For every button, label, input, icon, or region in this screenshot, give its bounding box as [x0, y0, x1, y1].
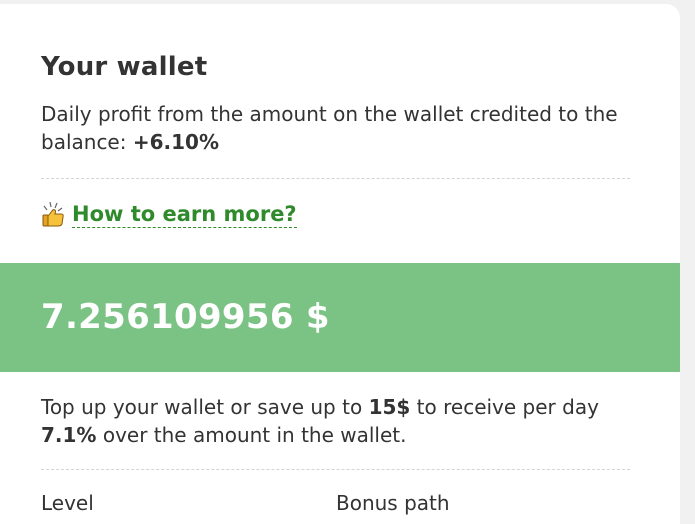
wallet-card: Your wallet Daily profit from the amount…	[0, 4, 680, 524]
topup-text-2: to receive per day	[410, 395, 599, 419]
profit-text: Daily profit from the amount on the wall…	[41, 102, 618, 154]
divider	[41, 178, 630, 179]
balance-panel: 7.256109956 $	[0, 263, 680, 372]
divider	[41, 469, 630, 470]
topup-text-1: Top up your wallet or save up to	[41, 395, 369, 419]
bonus-path-label: Bonus path	[336, 491, 450, 515]
topup-text-3: over the amount in the wallet.	[96, 423, 407, 447]
profit-description: Daily profit from the amount on the wall…	[41, 100, 641, 156]
balance-amount: 7.256109956 $	[41, 297, 330, 337]
wallet-title: Your wallet	[41, 52, 208, 82]
how-to-earn-more-link[interactable]: How to earn more?	[40, 200, 297, 228]
level-label: Level	[41, 491, 94, 515]
topup-amount: 15$	[368, 395, 411, 419]
profit-value: +6.10%	[132, 130, 219, 154]
thumbs-up-icon	[40, 200, 66, 228]
topup-description: Top up your wallet or save up to 15$ to …	[41, 393, 641, 449]
topup-percent: 7.1%	[41, 423, 97, 447]
earn-link-label[interactable]: How to earn more?	[72, 202, 297, 228]
